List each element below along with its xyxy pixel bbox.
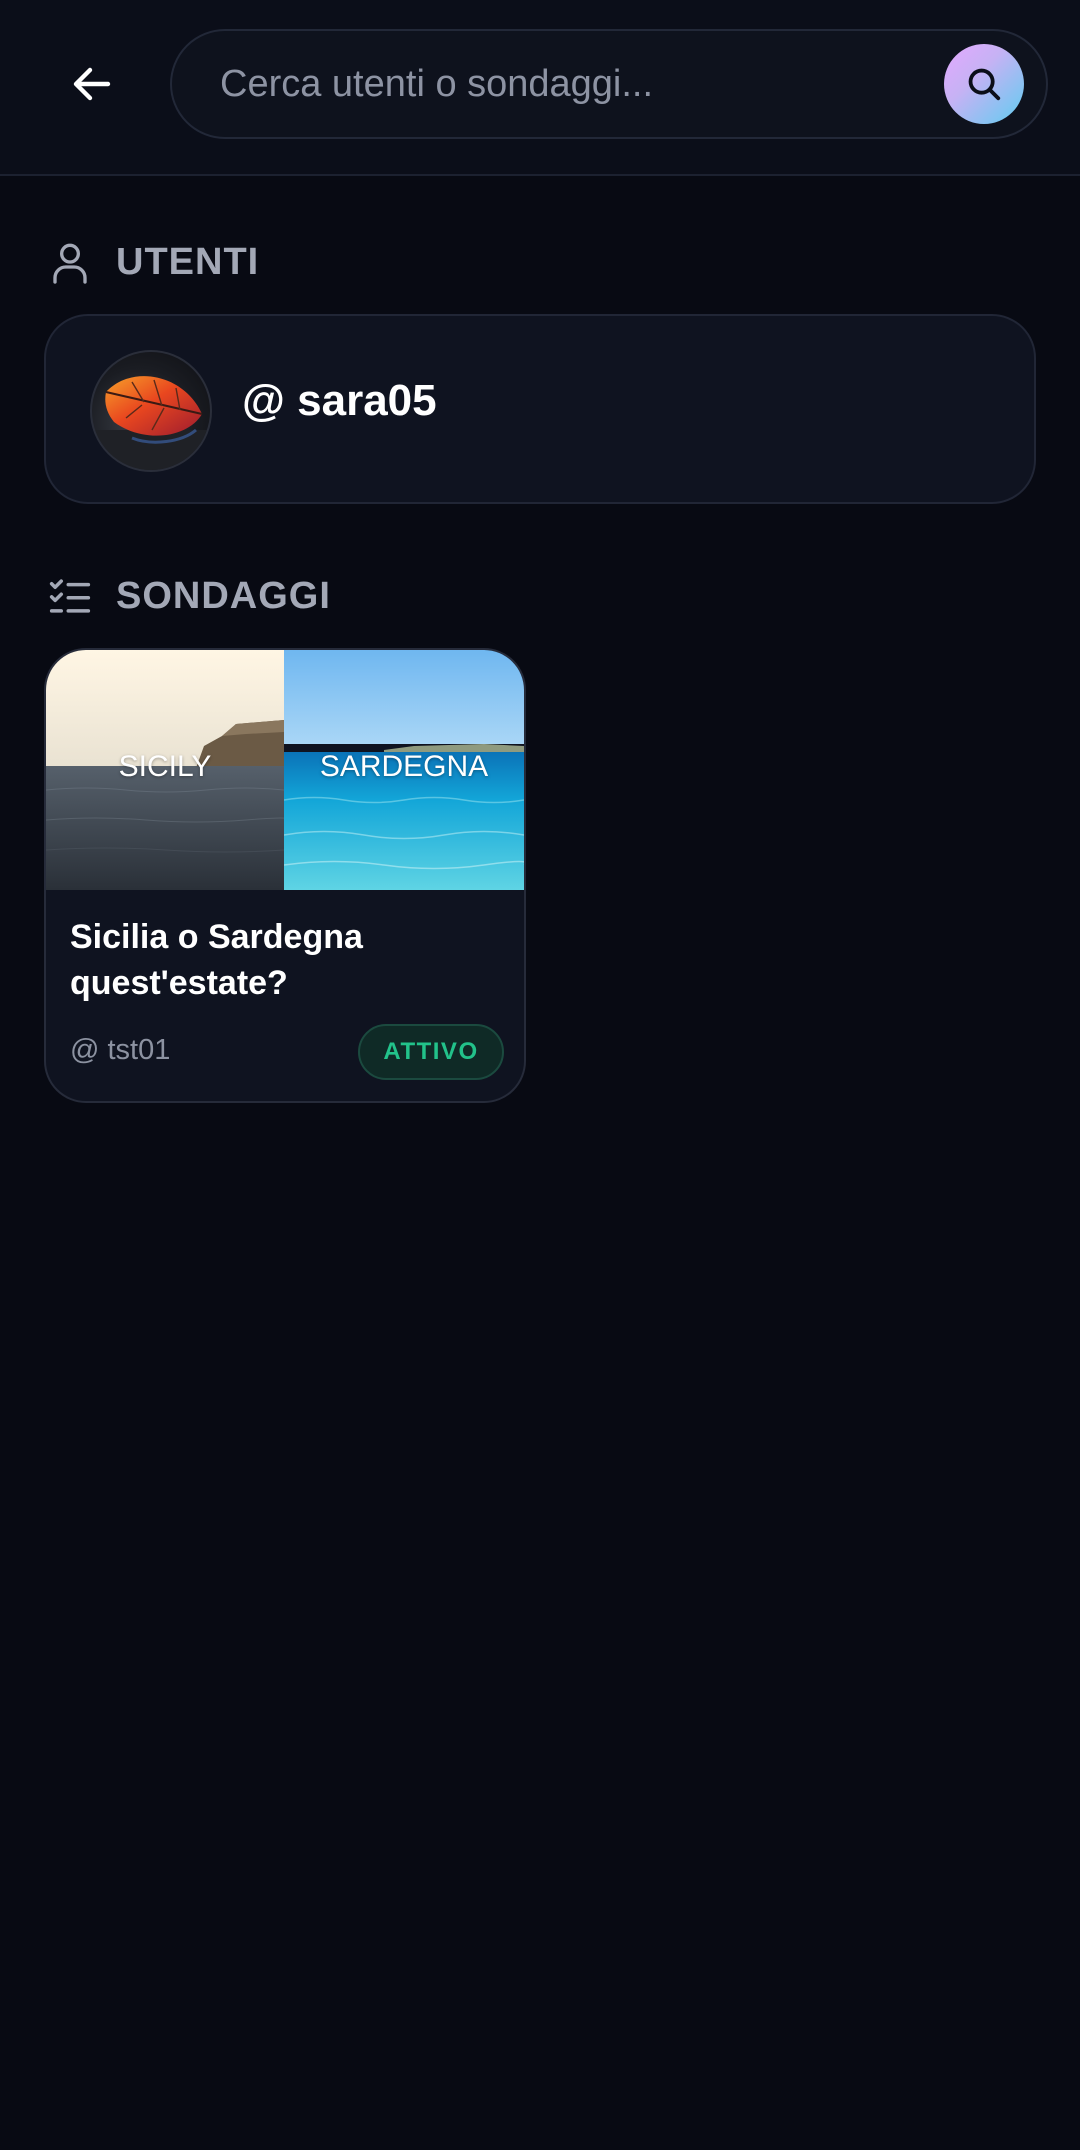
- polls-section-header: SONDAGGI: [48, 574, 331, 618]
- poll-option-label-left: SICILY: [118, 750, 212, 783]
- user-result-card[interactable]: @ sara05: [44, 314, 1036, 504]
- search-button[interactable]: [944, 44, 1024, 124]
- users-section-title: UTENTI: [116, 240, 260, 283]
- search-input[interactable]: [220, 31, 880, 137]
- arrow-left-icon: [73, 67, 111, 101]
- back-button[interactable]: [46, 38, 138, 130]
- search-screen: UTENTI @ sara05: [0, 0, 1080, 2150]
- poll-option-image-sardegna: SARDEGNA: [284, 650, 524, 890]
- poll-cover-image: SICILY SARDEGNA: [46, 650, 524, 890]
- poll-option-image-sicily: SICILY: [46, 650, 284, 890]
- poll-result-card[interactable]: SICILY SARDEGNA Sicilia o Sardegna quest…: [44, 648, 526, 1103]
- polls-section-title: SONDAGGI: [116, 574, 331, 617]
- search-bar: [170, 29, 1048, 139]
- status-badge: ATTIVO: [358, 1024, 504, 1080]
- avatar: [90, 350, 212, 472]
- top-bar: [0, 0, 1080, 176]
- poll-title: Sicilia o Sardegna quest'estate?: [70, 918, 363, 1002]
- users-section-header: UTENTI: [48, 240, 259, 284]
- search-icon: [968, 68, 1001, 101]
- user-icon: [48, 240, 92, 284]
- checklist-icon: [48, 574, 92, 618]
- user-result-username: @ sara05: [242, 376, 437, 425]
- poll-option-label-right: SARDEGNA: [319, 750, 489, 783]
- poll-author: @ tst01: [70, 1034, 171, 1066]
